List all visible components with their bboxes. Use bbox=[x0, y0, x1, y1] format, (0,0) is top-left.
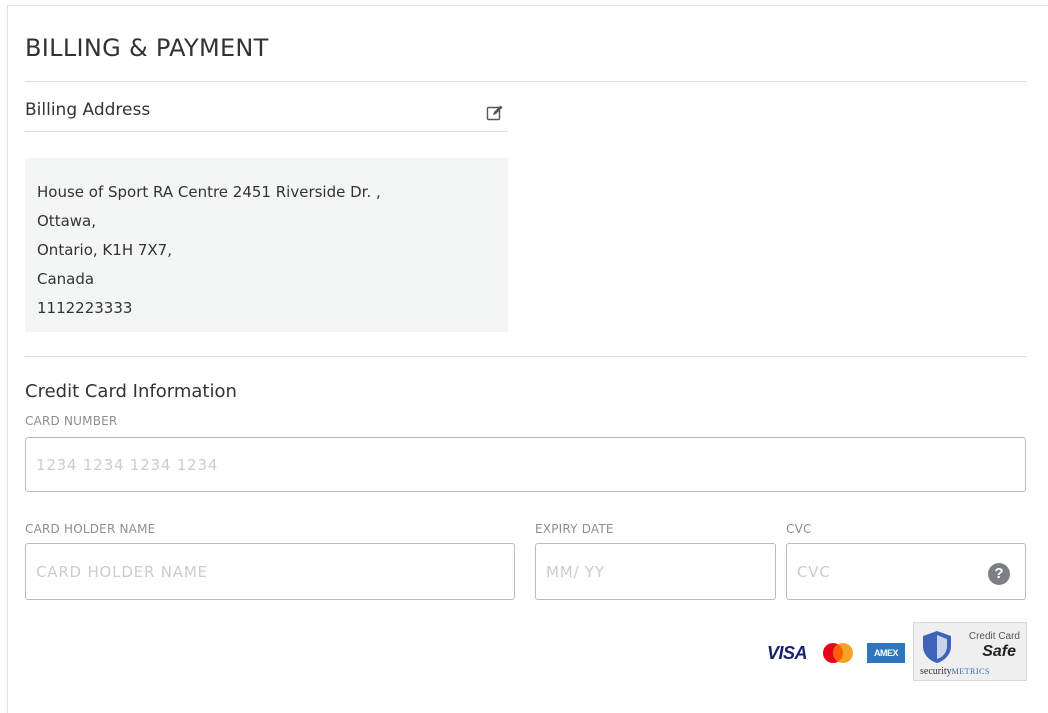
shield-icon bbox=[923, 631, 951, 663]
address-line: Ontario, K1H 7X7, bbox=[37, 241, 172, 259]
amex-logo: AMEX bbox=[867, 643, 905, 663]
billing-address-label: Billing Address bbox=[25, 100, 151, 120]
card-holder-name-input[interactable] bbox=[25, 543, 515, 600]
question-circle-icon[interactable]: ? bbox=[988, 563, 1010, 585]
address-line: Ottawa, bbox=[37, 212, 96, 230]
securitymetrics-badge: Credit Card Safe securityMETRICS bbox=[913, 622, 1027, 681]
card-holder-name-label: CARD HOLDER NAME bbox=[25, 522, 156, 536]
badge-brand-security: security bbox=[920, 666, 952, 677]
divider bbox=[25, 81, 1026, 82]
cvc-label: CVC bbox=[786, 522, 812, 536]
expiry-date-label: EXPIRY DATE bbox=[535, 522, 614, 536]
address-line: House of Sport RA Centre 2451 Riverside … bbox=[37, 183, 381, 201]
badge-text: Safe bbox=[982, 643, 1016, 660]
address-phone: 1112223333 bbox=[37, 299, 133, 317]
billing-address-box: House of Sport RA Centre 2451 Riverside … bbox=[25, 158, 508, 332]
page-title: BILLING & PAYMENT bbox=[25, 34, 269, 62]
expiry-date-input[interactable] bbox=[535, 543, 776, 600]
divider bbox=[25, 131, 508, 132]
address-line: Canada bbox=[37, 270, 95, 288]
billing-payment-panel bbox=[7, 5, 1048, 713]
divider bbox=[25, 356, 1026, 357]
visa-logo: VISA bbox=[767, 643, 808, 663]
credit-card-title: Credit Card Information bbox=[25, 381, 237, 402]
badge-brand-metrics: METRICS bbox=[951, 667, 990, 676]
mastercard-logo bbox=[823, 643, 853, 663]
badge-brand: securityMETRICS bbox=[920, 666, 990, 677]
edit-icon[interactable] bbox=[486, 104, 504, 122]
card-number-input[interactable] bbox=[25, 437, 1026, 492]
badge-text: Credit Card bbox=[968, 631, 1020, 642]
card-number-label: CARD NUMBER bbox=[25, 414, 118, 428]
